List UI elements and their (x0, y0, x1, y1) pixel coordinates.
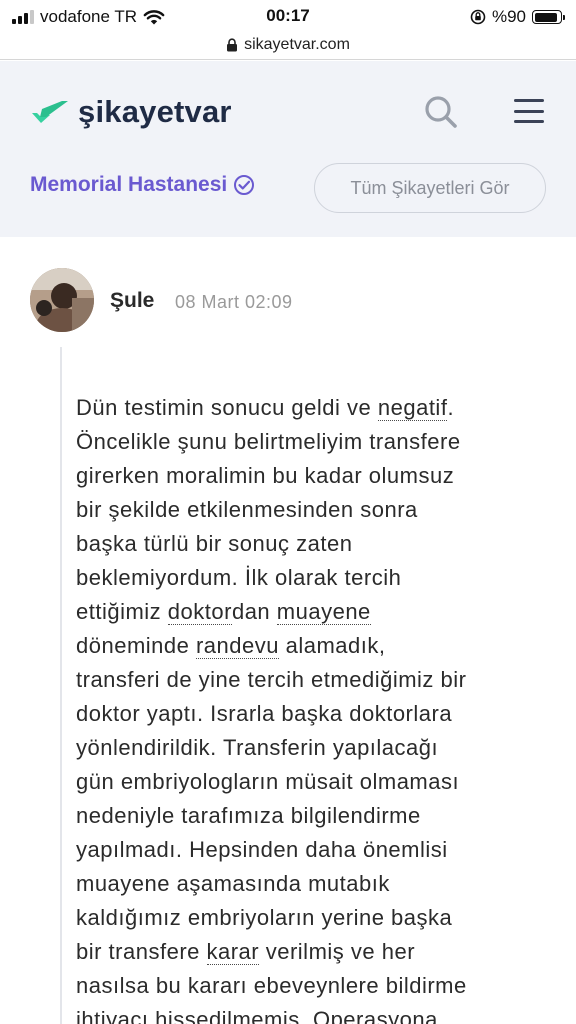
text-segment: gün embriyologların müsait olmaması (76, 769, 460, 794)
brand-title[interactable]: Memorial Hastanesi (30, 173, 255, 197)
text-segment: girerken moralimin bu kadar olumsuz (76, 463, 455, 488)
search-button[interactable] (422, 93, 460, 131)
text-segment: muayene aşamasında mutabık (76, 871, 390, 896)
text-segment: bir şekilde etkilenmesinden sonra (76, 497, 418, 522)
complaint-text-line: kaldığımız embriyoların yerine başka (76, 901, 546, 935)
text-segment: dan (231, 599, 277, 624)
complaint-text-line: bir şekilde etkilenmesinden sonra (76, 493, 546, 527)
status-left: vodafone TR (12, 7, 165, 27)
text-segment: ettiğimiz (76, 599, 168, 624)
lock-icon (227, 37, 238, 51)
url-text: sikayetvar.com (244, 35, 350, 53)
text-segment: beklemiyordum. İlk olarak tercih (76, 565, 402, 590)
complaint-text-line: Öncelikle şunu belirtmeliyim transfere (76, 425, 546, 459)
address-bar[interactable]: sikayetvar.com (0, 30, 576, 60)
complaint-text-line: girerken moralimin bu kadar olumsuz (76, 459, 546, 493)
text-segment: Öncelikle şunu belirtmeliyim transfere (76, 429, 461, 454)
complaint-text-line: gün embriyologların müsait olmaması (76, 765, 546, 799)
battery-percent: %90 (491, 7, 526, 26)
complaint-text-line: beklemiyordum. İlk olarak tercih (76, 561, 546, 595)
avatar-image (30, 268, 94, 332)
complaint-text-line: nedeniyle tarafımıza bilgilendirme (76, 799, 546, 833)
keyword-link[interactable]: negatif (377, 395, 448, 421)
verified-badge-icon (234, 175, 255, 195)
text-segment: alamadık, (279, 633, 386, 658)
text-segment: verilmiş ve her (259, 939, 416, 964)
complaint-text-line: başka türlü bir sonuç zaten (76, 527, 546, 561)
complaint-text-line: Dün testimin sonucu geldi ve negatif. (76, 391, 546, 425)
carrier-name: vodafone TR (40, 7, 138, 26)
status-bar: vodafone TR 00:17 %90 (0, 0, 576, 34)
complaint-text-line: transferi de yine tercih etmediğimiz bir (76, 663, 546, 697)
complaint-text-line: yapılmadı. Hepsinden daha önemlisi (76, 833, 546, 867)
text-segment: başka türlü bir sonuç zaten (76, 531, 353, 556)
complaint-text-line: muayene aşamasında mutabık (76, 867, 546, 901)
complaint-text-line: döneminde randevu alamadık, (76, 629, 546, 663)
complaint-body: Dün testimin sonucu geldi ve negatif. Önc… (76, 391, 546, 1024)
text-segment: nedeniyle tarafımıza bilgilendirme (76, 803, 421, 828)
search-icon (425, 96, 457, 128)
complaint-text-line: bir transfere karar verilmiş ve her (76, 935, 546, 969)
complaint-text-line: ihtiyacı hissedilmemiş. Operasyona (76, 1003, 546, 1024)
thread-line (60, 347, 62, 1024)
site-logo[interactable]: şikayetvar (30, 94, 232, 130)
status-right: %90 (470, 7, 565, 27)
text-segment: kaldığımız embriyoların yerine başka (76, 905, 453, 930)
complaint-text-line: yönlendirildik. Transferin yapılacağı (76, 731, 546, 765)
logo-mark-icon (32, 101, 68, 123)
text-segment: Dün testimin sonucu geldi ve (76, 395, 378, 420)
avatar[interactable] (30, 268, 94, 332)
text-segment: yapılmadı. Hepsinden daha önemlisi (76, 837, 448, 862)
brand-name: Memorial Hastanesi (30, 173, 228, 196)
text-segment: döneminde (76, 633, 196, 658)
keyword-link[interactable]: karar (206, 939, 260, 965)
site-header: şikayetvar Memorial Hastanesi Tüm Şikaye… (0, 61, 576, 237)
text-segment: doktor yaptı. Israrla başka doktorlara (76, 701, 453, 726)
text-segment: . (447, 395, 455, 420)
hamburger-menu-icon[interactable] (510, 95, 548, 127)
keyword-link[interactable]: randevu (195, 633, 279, 659)
complaint-text-line: nasılsa bu kararı ebeveynlere bildirme (76, 969, 546, 1003)
cellular-signal-icon (12, 10, 34, 24)
logo-text: şikayetvar (78, 94, 232, 129)
text-segment: transferi de yine tercih etmediğimiz bir (76, 667, 467, 692)
text-segment: ihtiyacı hissedilmemiş. Operasyona (76, 1007, 438, 1024)
keyword-link[interactable]: muayene (276, 599, 371, 625)
wifi-icon (143, 10, 165, 25)
keyword-link[interactable]: doktor (167, 599, 232, 625)
text-segment: bir transfere (76, 939, 207, 964)
text-segment: yönlendirildik. Transferin yapılacağı (76, 735, 439, 760)
battery-level-fill (534, 12, 557, 22)
rotation-lock-icon (470, 9, 486, 25)
complaint-text-line: ettiğimiz doktordan muayene (76, 595, 546, 629)
text-segment: nasılsa bu kararı ebeveynlere bildirme (76, 973, 467, 998)
complaint-date: 08 Mart 02:09 (175, 292, 293, 312)
complaint-card: Şule 08 Mart 02:09 Dün testimin sonucu g… (0, 237, 576, 1024)
complaint-text-line: doktor yaptı. Israrla başka doktorlara (76, 697, 546, 731)
battery-icon (532, 10, 565, 24)
author-name[interactable]: Şule (110, 289, 154, 313)
all-complaints-button[interactable]: Tüm Şikayetleri Gör (314, 163, 546, 213)
